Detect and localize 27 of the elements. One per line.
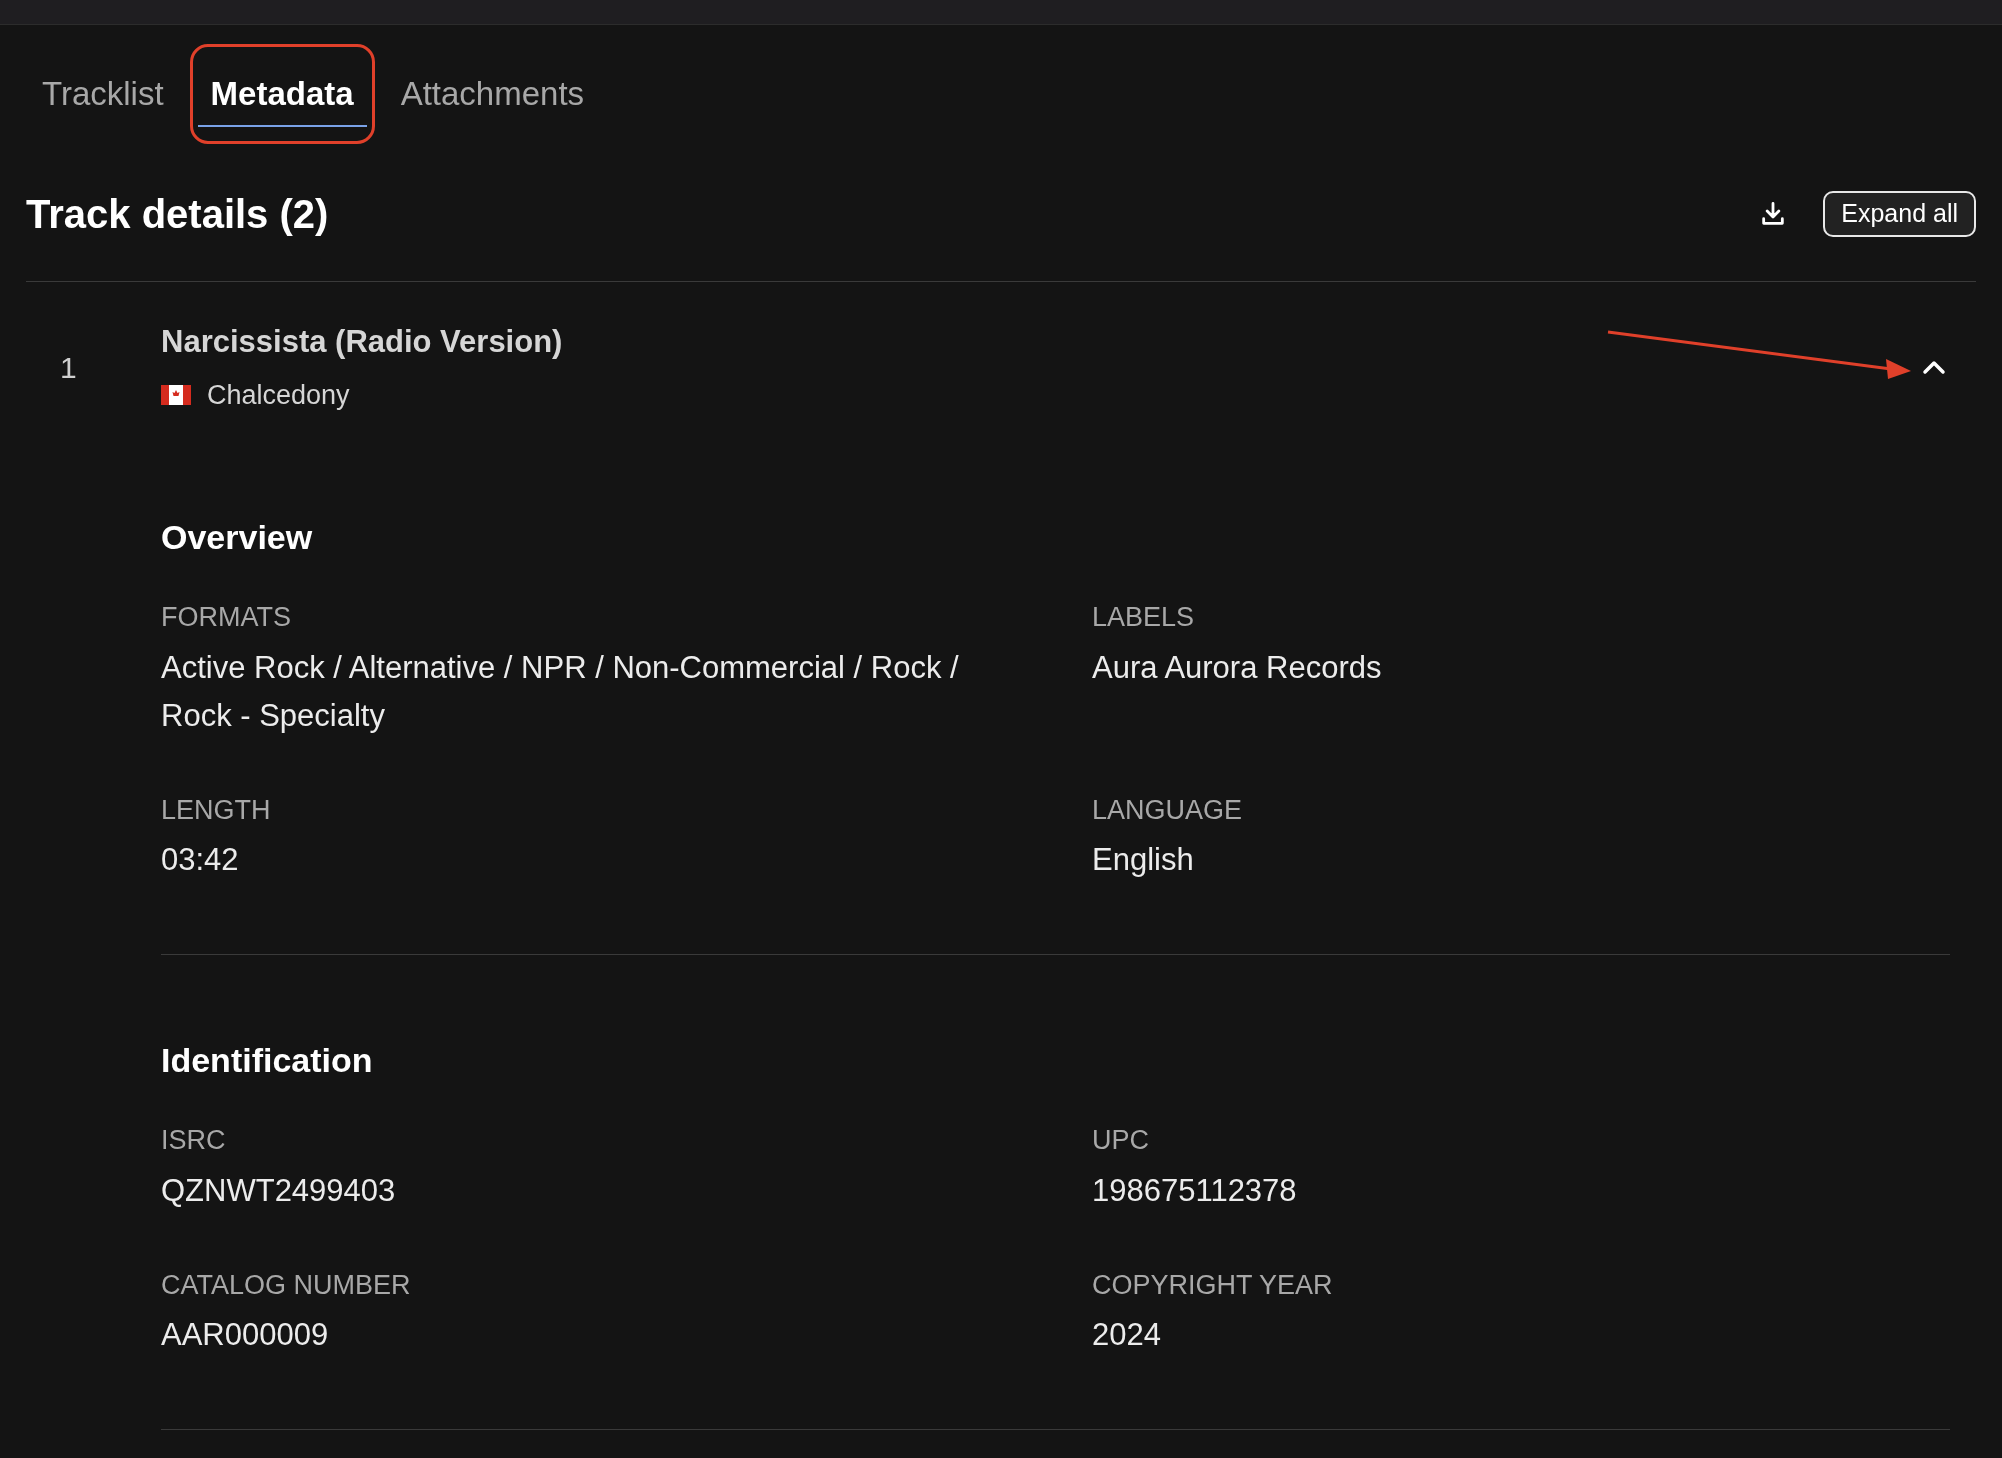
expand-all-button[interactable]: Expand all [1823,191,1976,237]
field-label: LABELS [1092,601,1196,634]
field-value: Active Rock / Alternative / NPR / Non-Commercial / Rock / Rock - Specialty [161,648,960,735]
tab[interactable]: Metadata [189,44,375,144]
field-label: COPYRIGHT YEAR [1092,1268,1334,1302]
tab[interactable]: Attachments [384,44,601,144]
field-label: CATALOG NUMBER [161,1268,412,1302]
field-label: LENGTH [161,793,272,827]
field-label: ISRC [161,1124,227,1157]
field-value: 03:42 [161,841,240,879]
field-label: LANGUAGE [1092,793,1244,827]
flag-icon [161,385,191,406]
artist-name: Chalcedony [207,379,350,412]
track-title: Narcissista (Radio Version) [161,322,564,361]
track-number: 1 [60,350,77,384]
field-value: English [1092,841,1195,879]
field-value: QZNWT2499403 [161,1171,397,1210]
field-value: Aura Aurora Records [1092,648,1383,687]
section-title: Track details (2) [26,191,329,238]
field-label: UPC [1092,1124,1150,1157]
field-label: FORMATS [161,601,292,634]
field-value: 2024 [1092,1316,1162,1354]
tab[interactable]: Tracklist [26,44,180,144]
section-heading: Overview [161,517,314,558]
field-value: AAR000009 [161,1316,330,1354]
field-value: 198675112378 [1092,1171,1298,1210]
section-heading: Identification [161,1040,374,1081]
